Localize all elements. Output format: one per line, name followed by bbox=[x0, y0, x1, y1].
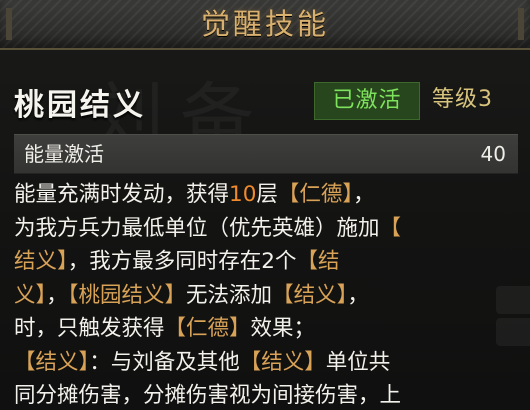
description-keyword: 【结义】 bbox=[272, 282, 348, 308]
energy-label: 能量激活 bbox=[24, 142, 104, 166]
energy-value: 40 bbox=[480, 142, 506, 166]
description-text: 能量充满时发动，获得 bbox=[14, 182, 230, 207]
description-keyword: 【仁德】 bbox=[164, 316, 251, 341]
skill-panel: 觉醒技能 刘备 桃园结义 已激活 等级3 能量激活 40 能量充满时发动，获得1… bbox=[0, 0, 530, 410]
description-keyword: 义】 bbox=[14, 282, 47, 308]
description-text: ， bbox=[46, 282, 68, 308]
panel-title: 觉醒技能 bbox=[200, 7, 329, 41]
description-keyword: 【仁德】 bbox=[277, 182, 354, 207]
description-text: ， bbox=[347, 282, 369, 308]
energy-bar: 能量激活 40 bbox=[14, 134, 518, 174]
skill-level: 等级3 bbox=[432, 87, 493, 112]
status-badge: 已激活 bbox=[314, 82, 420, 120]
description-line: 为我方兵力最低单位（优先英雄）施加【 bbox=[14, 212, 524, 246]
description-keyword: 【结义】 bbox=[14, 349, 90, 375]
description-text: 为我方兵力最低单位（优先英雄）施加 bbox=[14, 215, 380, 241]
description-keyword: 【 bbox=[379, 215, 402, 241]
description-line: 【结义】：与刘备及其他【结义】单位共 bbox=[14, 346, 524, 380]
description-line: 同分摊伤害，分摊伤害视为间接伤害，上 bbox=[14, 379, 524, 410]
description-line: 时，只触发获得【仁德】效果； bbox=[14, 312, 524, 346]
description-keyword: 【桃园结义】 bbox=[67, 282, 187, 308]
description-text: ，我方最多同时存在2个 bbox=[67, 249, 297, 274]
skill-description: 能量充满时发动，获得10层【仁德】， 为我方兵力最低单位（优先英雄）施加【 结义… bbox=[14, 178, 524, 410]
description-keyword: 【结 bbox=[296, 249, 340, 274]
description-line: 能量充满时发动，获得10层【仁德】， bbox=[14, 178, 524, 212]
skill-name: 桃园结义 bbox=[14, 88, 146, 123]
description-text: 效果； bbox=[250, 316, 316, 341]
description-text: 单位共 bbox=[325, 349, 391, 375]
description-line: 结义】，我方最多同时存在2个【结 bbox=[14, 245, 524, 279]
description-text: ：与刘备及其他 bbox=[89, 349, 240, 375]
description-text: 层 bbox=[256, 182, 278, 207]
description-text: 时，只触发获得 bbox=[14, 316, 165, 341]
header-ornament-right bbox=[518, 8, 524, 40]
description-line: 义】，【桃园结义】无法添加【结义】， bbox=[14, 279, 524, 313]
description-text: 同分摊伤害，分摊伤害视为间接伤害，上 bbox=[14, 383, 402, 408]
panel-header: 觉醒技能 bbox=[0, 0, 530, 50]
description-keyword: 结义】 bbox=[14, 249, 68, 274]
description-text: 无法添加 bbox=[186, 282, 273, 308]
description-number: 10 bbox=[229, 182, 257, 207]
description-keyword: 【结义】 bbox=[239, 349, 326, 375]
description-text: ， bbox=[353, 182, 375, 207]
